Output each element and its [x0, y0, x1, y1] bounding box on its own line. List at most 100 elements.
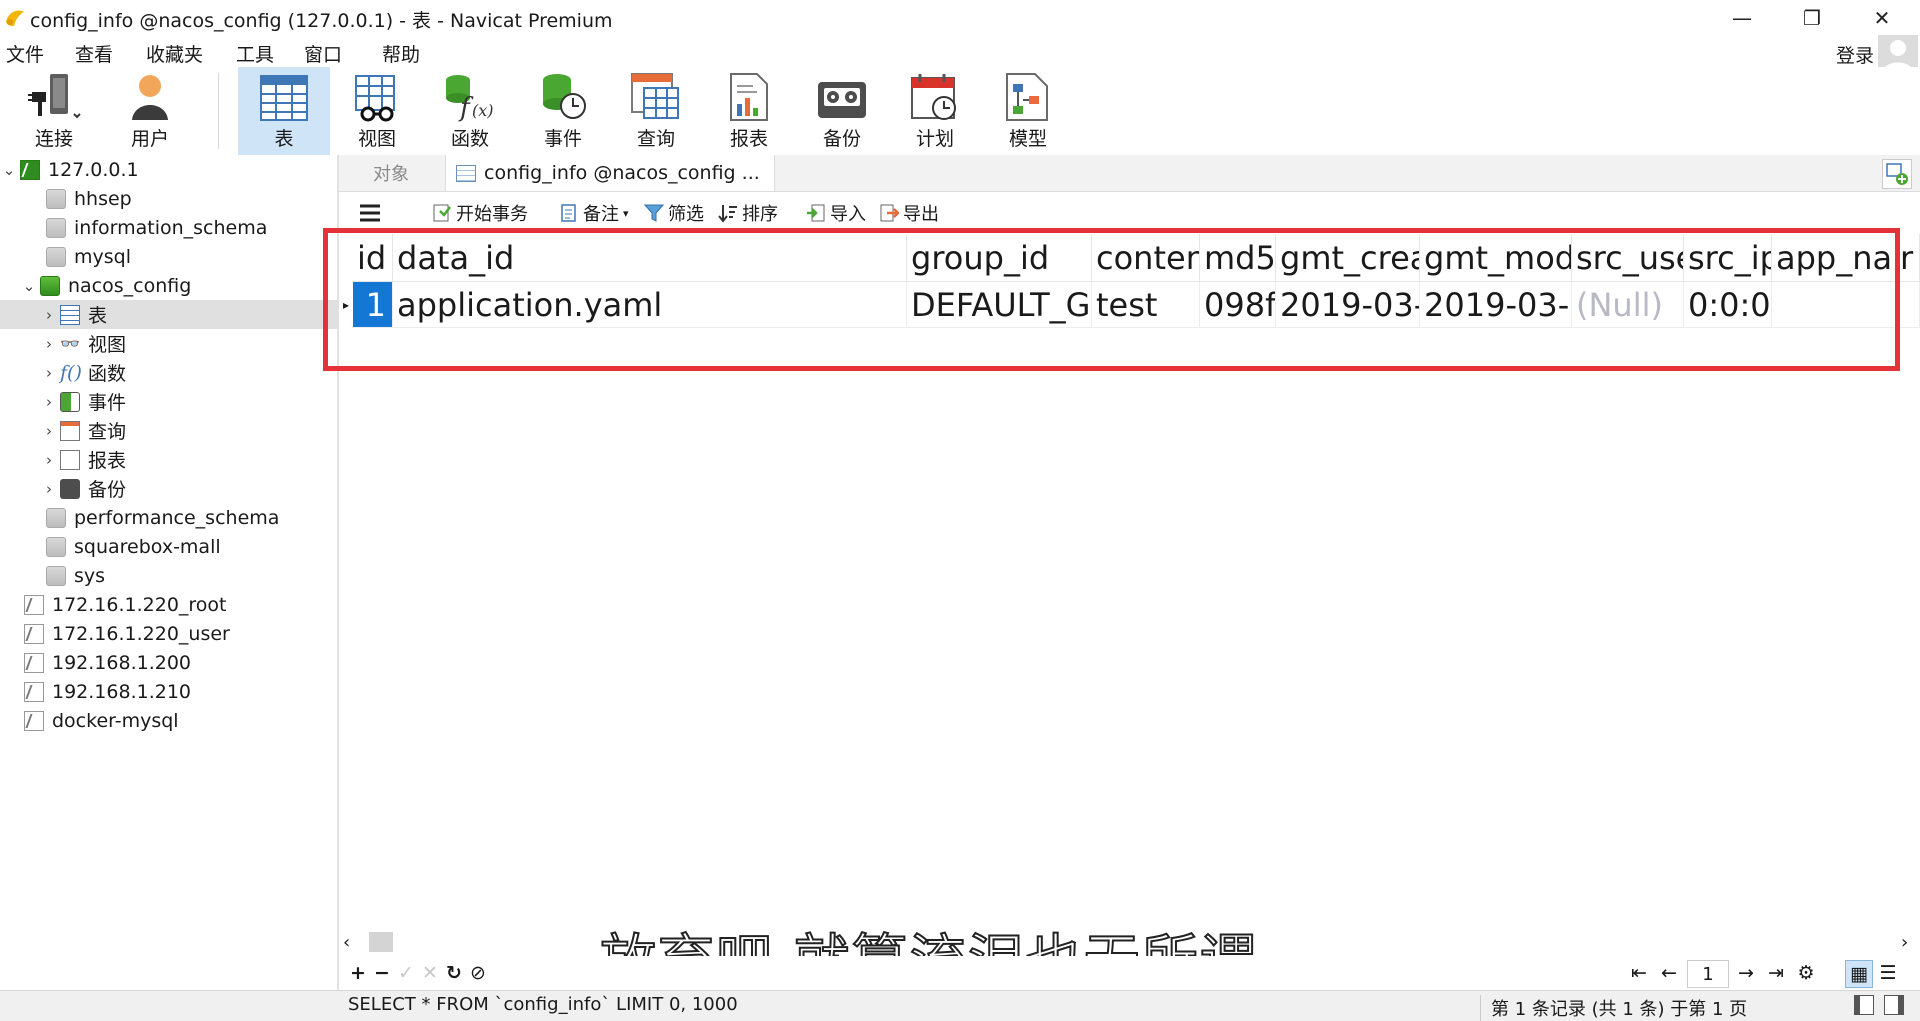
layout-right-panel-icon[interactable]	[1884, 995, 1904, 1015]
close-button[interactable]: ✕	[1852, 0, 1912, 35]
menu-hamburger-button[interactable]	[359, 200, 381, 226]
menu-help[interactable]: 帮助	[382, 40, 420, 67]
column-header-gmt-modified[interactable]: gmt_mod	[1420, 234, 1572, 282]
delete-record-icon[interactable]: −	[369, 960, 395, 986]
toolbar-schedule-button[interactable]: 计划	[889, 67, 981, 155]
minimize-button[interactable]: —	[1712, 0, 1772, 35]
previous-page-icon[interactable]: ←	[1656, 960, 1682, 986]
tree-item-backups[interactable]: › 备份	[0, 474, 379, 503]
chevron-right-icon[interactable]: ›	[42, 335, 56, 353]
tree-item-views[interactable]: › 👓 视图	[0, 329, 379, 358]
sort-button[interactable]: 排序	[718, 200, 778, 226]
toolbar-model-button[interactable]: 模型	[982, 67, 1074, 155]
toolbar-user-button[interactable]: 用户	[104, 67, 196, 155]
toolbar-view-button[interactable]: 视图	[331, 67, 423, 155]
chevron-down-icon[interactable]: ▾	[623, 207, 629, 220]
toolbar-function-button[interactable]: f (x) 函数	[424, 67, 516, 155]
tree-item-hhsep[interactable]: hhsep	[0, 184, 383, 213]
cell-group-id[interactable]: DEFAULT_GI	[907, 282, 1092, 328]
discard-changes-icon[interactable]: ✕	[417, 960, 443, 986]
chevron-right-icon[interactable]: ›	[42, 364, 56, 382]
chevron-right-icon[interactable]: ›	[42, 393, 56, 411]
import-button[interactable]: 导入	[806, 200, 866, 226]
tree-item-functions[interactable]: › f() 函数	[0, 358, 379, 387]
chevron-right-icon[interactable]: ›	[42, 422, 56, 440]
menu-file[interactable]: 文件	[6, 40, 44, 67]
tree-item-172-16-1-220-user[interactable]: 172.16.1.220_user	[0, 619, 361, 648]
tree-item-tables[interactable]: › 表	[0, 300, 379, 329]
menu-window[interactable]: 窗口	[304, 40, 342, 67]
cell-content[interactable]: test	[1092, 282, 1200, 328]
memo-button[interactable]: 备注 ▾	[559, 200, 629, 226]
tree-item-mysql[interactable]: mysql	[0, 242, 383, 271]
scroll-left-icon[interactable]: ‹	[343, 932, 350, 953]
tree-item-192-168-1-200[interactable]: 192.168.1.200	[0, 648, 361, 677]
layout-left-panel-icon[interactable]	[1854, 995, 1874, 1015]
export-button[interactable]: 导出	[879, 200, 939, 226]
cell-gmt-modified[interactable]: 2019-03-(	[1420, 282, 1572, 328]
login-link[interactable]: 登录	[1836, 41, 1874, 68]
new-tab-button[interactable]	[1882, 159, 1912, 189]
cell-app-name[interactable]	[1772, 282, 1896, 328]
scroll-right-icon[interactable]: ›	[1901, 932, 1908, 953]
toolbar-event-button[interactable]: 事件	[517, 67, 609, 155]
stop-icon[interactable]: ⊘	[465, 960, 491, 986]
chevron-down-icon[interactable]: ⌄	[2, 161, 16, 179]
menu-view[interactable]: 查看	[75, 40, 113, 67]
column-header-src-ip[interactable]: src_ip	[1684, 234, 1772, 282]
first-page-icon[interactable]: ⇤	[1626, 960, 1652, 986]
cell-id[interactable]: 1	[353, 282, 393, 328]
toolbar-query-button[interactable]: 查询	[610, 67, 702, 155]
toolbar-report-button[interactable]: 报表	[703, 67, 795, 155]
filter-button[interactable]: 筛选	[644, 200, 704, 226]
menu-favorites[interactable]: 收藏夹	[146, 40, 203, 67]
column-header-id[interactable]: id	[353, 234, 393, 282]
last-page-icon[interactable]: ⇥	[1763, 960, 1789, 986]
grid-view-icon[interactable]: ▦	[1845, 960, 1873, 988]
tree-item-performance-schema[interactable]: performance_schema	[0, 503, 383, 532]
apply-changes-icon[interactable]: ✓	[393, 960, 419, 986]
scroll-thumb[interactable]	[369, 932, 393, 952]
chevron-down-icon[interactable]: ⌄	[22, 277, 36, 295]
tree-item-events[interactable]: › 事件	[0, 387, 379, 416]
tree-item-docker-mysql[interactable]: docker-mysql	[0, 706, 361, 735]
toolbar-table-button[interactable]: 表	[238, 67, 330, 155]
form-view-icon[interactable]: ☰	[1875, 960, 1901, 986]
column-header-md5[interactable]: md5	[1200, 234, 1276, 282]
add-record-icon[interactable]: +	[345, 960, 371, 986]
column-header-group-id[interactable]: group_id	[907, 234, 1092, 282]
cell-md5[interactable]: 098fi	[1200, 282, 1276, 328]
refresh-icon[interactable]: ↻	[441, 960, 467, 986]
tab-config-info[interactable]: config_info @nacos_config ...	[445, 155, 775, 191]
toolbar-connection-button[interactable]: 连接	[8, 67, 100, 155]
tree-item-127-0-0-1[interactable]: ⌄ 127.0.0.1	[0, 155, 339, 184]
column-header-tenant-id[interactable]: r	[1896, 234, 1920, 282]
chevron-right-icon[interactable]: ›	[42, 306, 56, 324]
cell-gmt-create[interactable]: 2019-03-	[1276, 282, 1420, 328]
tree-item-reports[interactable]: › 报表	[0, 445, 379, 474]
column-header-content[interactable]: conten	[1092, 234, 1200, 282]
tree-item-sys[interactable]: sys	[0, 561, 383, 590]
tree-item-queries[interactable]: › 查询	[0, 416, 379, 445]
tree-item-nacos-config[interactable]: ⌄ nacos_config	[0, 271, 359, 300]
column-header-app-name[interactable]: app_na	[1772, 234, 1896, 282]
toolbar-backup-button[interactable]: 备份	[796, 67, 888, 155]
tree-item-information-schema[interactable]: information_schema	[0, 213, 383, 242]
cell-data-id[interactable]: application.yaml	[393, 282, 907, 328]
next-page-icon[interactable]: →	[1733, 960, 1759, 986]
cell-tenant-id[interactable]	[1896, 282, 1920, 328]
column-header-src-user[interactable]: src_use	[1572, 234, 1684, 282]
tree-item-172-16-1-220-root[interactable]: 172.16.1.220_root	[0, 590, 361, 619]
tree-item-192-168-1-210[interactable]: 192.168.1.210	[0, 677, 361, 706]
settings-gear-icon[interactable]: ⚙	[1793, 960, 1819, 986]
tree-item-squarebox-mall[interactable]: squarebox-mall	[0, 532, 383, 561]
column-header-data-id[interactable]: data_id	[393, 234, 907, 282]
restore-button[interactable]: ❐	[1782, 0, 1842, 35]
begin-transaction-button[interactable]: 开始事务	[432, 200, 528, 226]
menu-tools[interactable]: 工具	[236, 40, 274, 67]
tab-objects[interactable]: 对象	[339, 155, 443, 191]
column-header-gmt-create[interactable]: gmt_crea	[1276, 234, 1420, 282]
page-number-input[interactable]: 1	[1687, 960, 1729, 988]
cell-src-user[interactable]: (Null)	[1572, 282, 1684, 328]
chevron-right-icon[interactable]: ›	[42, 451, 56, 469]
